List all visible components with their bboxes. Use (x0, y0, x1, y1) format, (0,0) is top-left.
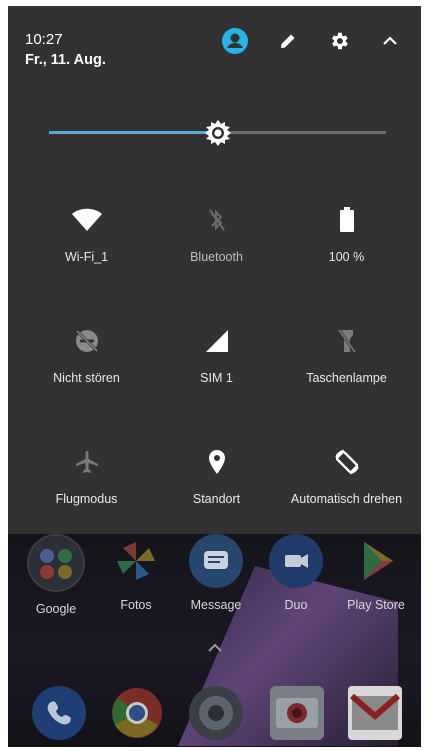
tile-label: Automatisch drehen (290, 492, 403, 506)
camera-icon[interactable] (270, 686, 324, 740)
tile-flashlight[interactable]: Taschenlampe (279, 325, 414, 445)
clock-date: Fr., 11. Aug. (25, 52, 106, 68)
camera-app-icon[interactable] (189, 686, 243, 740)
tile-wifi[interactable]: Wi-Fi_1 (19, 204, 154, 324)
tile-label: 100 % (328, 250, 365, 264)
tile-do-not-disturb[interactable]: Nicht stören (19, 325, 154, 445)
app-label: Fotos (120, 598, 152, 612)
app-label: Play Store (347, 598, 405, 612)
do-not-disturb-icon (71, 325, 103, 357)
app-label: Google (35, 602, 77, 616)
auto-rotate-icon (331, 446, 363, 478)
brightness-fill (49, 131, 218, 134)
dock (8, 686, 421, 747)
tile-label: Standort (192, 492, 241, 506)
wifi-icon (71, 204, 103, 236)
chrome-icon[interactable] (110, 686, 164, 740)
location-pin-icon (201, 446, 233, 478)
tile-label: Nicht stören (53, 371, 120, 385)
tile-bluetooth[interactable]: Bluetooth (149, 204, 284, 324)
tile-sim[interactable]: SIM 1 (149, 325, 284, 445)
device-screen: Google Fotos Message Duo Play Store 10:2… (8, 6, 421, 747)
airplane-icon (71, 446, 103, 478)
edit-icon[interactable] (273, 26, 303, 56)
settings-gear-icon[interactable] (324, 26, 354, 56)
tile-label: SIM 1 (200, 371, 233, 385)
tile-label: Bluetooth (190, 250, 243, 264)
bluetooth-off-icon (201, 204, 233, 236)
tile-label: Flugmodus (55, 492, 118, 506)
tile-auto-rotate[interactable]: Automatisch drehen (279, 446, 414, 566)
tile-location[interactable]: Standort (149, 446, 284, 566)
cell-signal-icon (201, 325, 233, 357)
tile-label: Taschenlampe (306, 371, 387, 385)
tile-battery[interactable]: 100 % (279, 204, 414, 324)
tile-airplane[interactable]: Flugmodus (19, 446, 154, 566)
brightness-icon[interactable] (205, 120, 231, 146)
tile-label: Wi-Fi_1 (64, 250, 109, 264)
quick-settings-panel: 10:27 Fr., 11. Aug. Wi-Fi_1 Bluetooth 10… (8, 6, 421, 534)
collapse-chevron-icon[interactable] (375, 26, 405, 56)
battery-full-icon (331, 204, 363, 236)
app-label: Message (190, 598, 242, 612)
clock-time: 10:27 (25, 31, 63, 48)
gmail-icon[interactable] (348, 686, 402, 740)
phone-icon[interactable] (32, 686, 86, 740)
app-label: Duo (284, 598, 308, 612)
user-account-icon[interactable] (220, 26, 250, 56)
flashlight-off-icon (331, 325, 363, 357)
app-drawer-chevron-icon[interactable] (206, 639, 224, 657)
